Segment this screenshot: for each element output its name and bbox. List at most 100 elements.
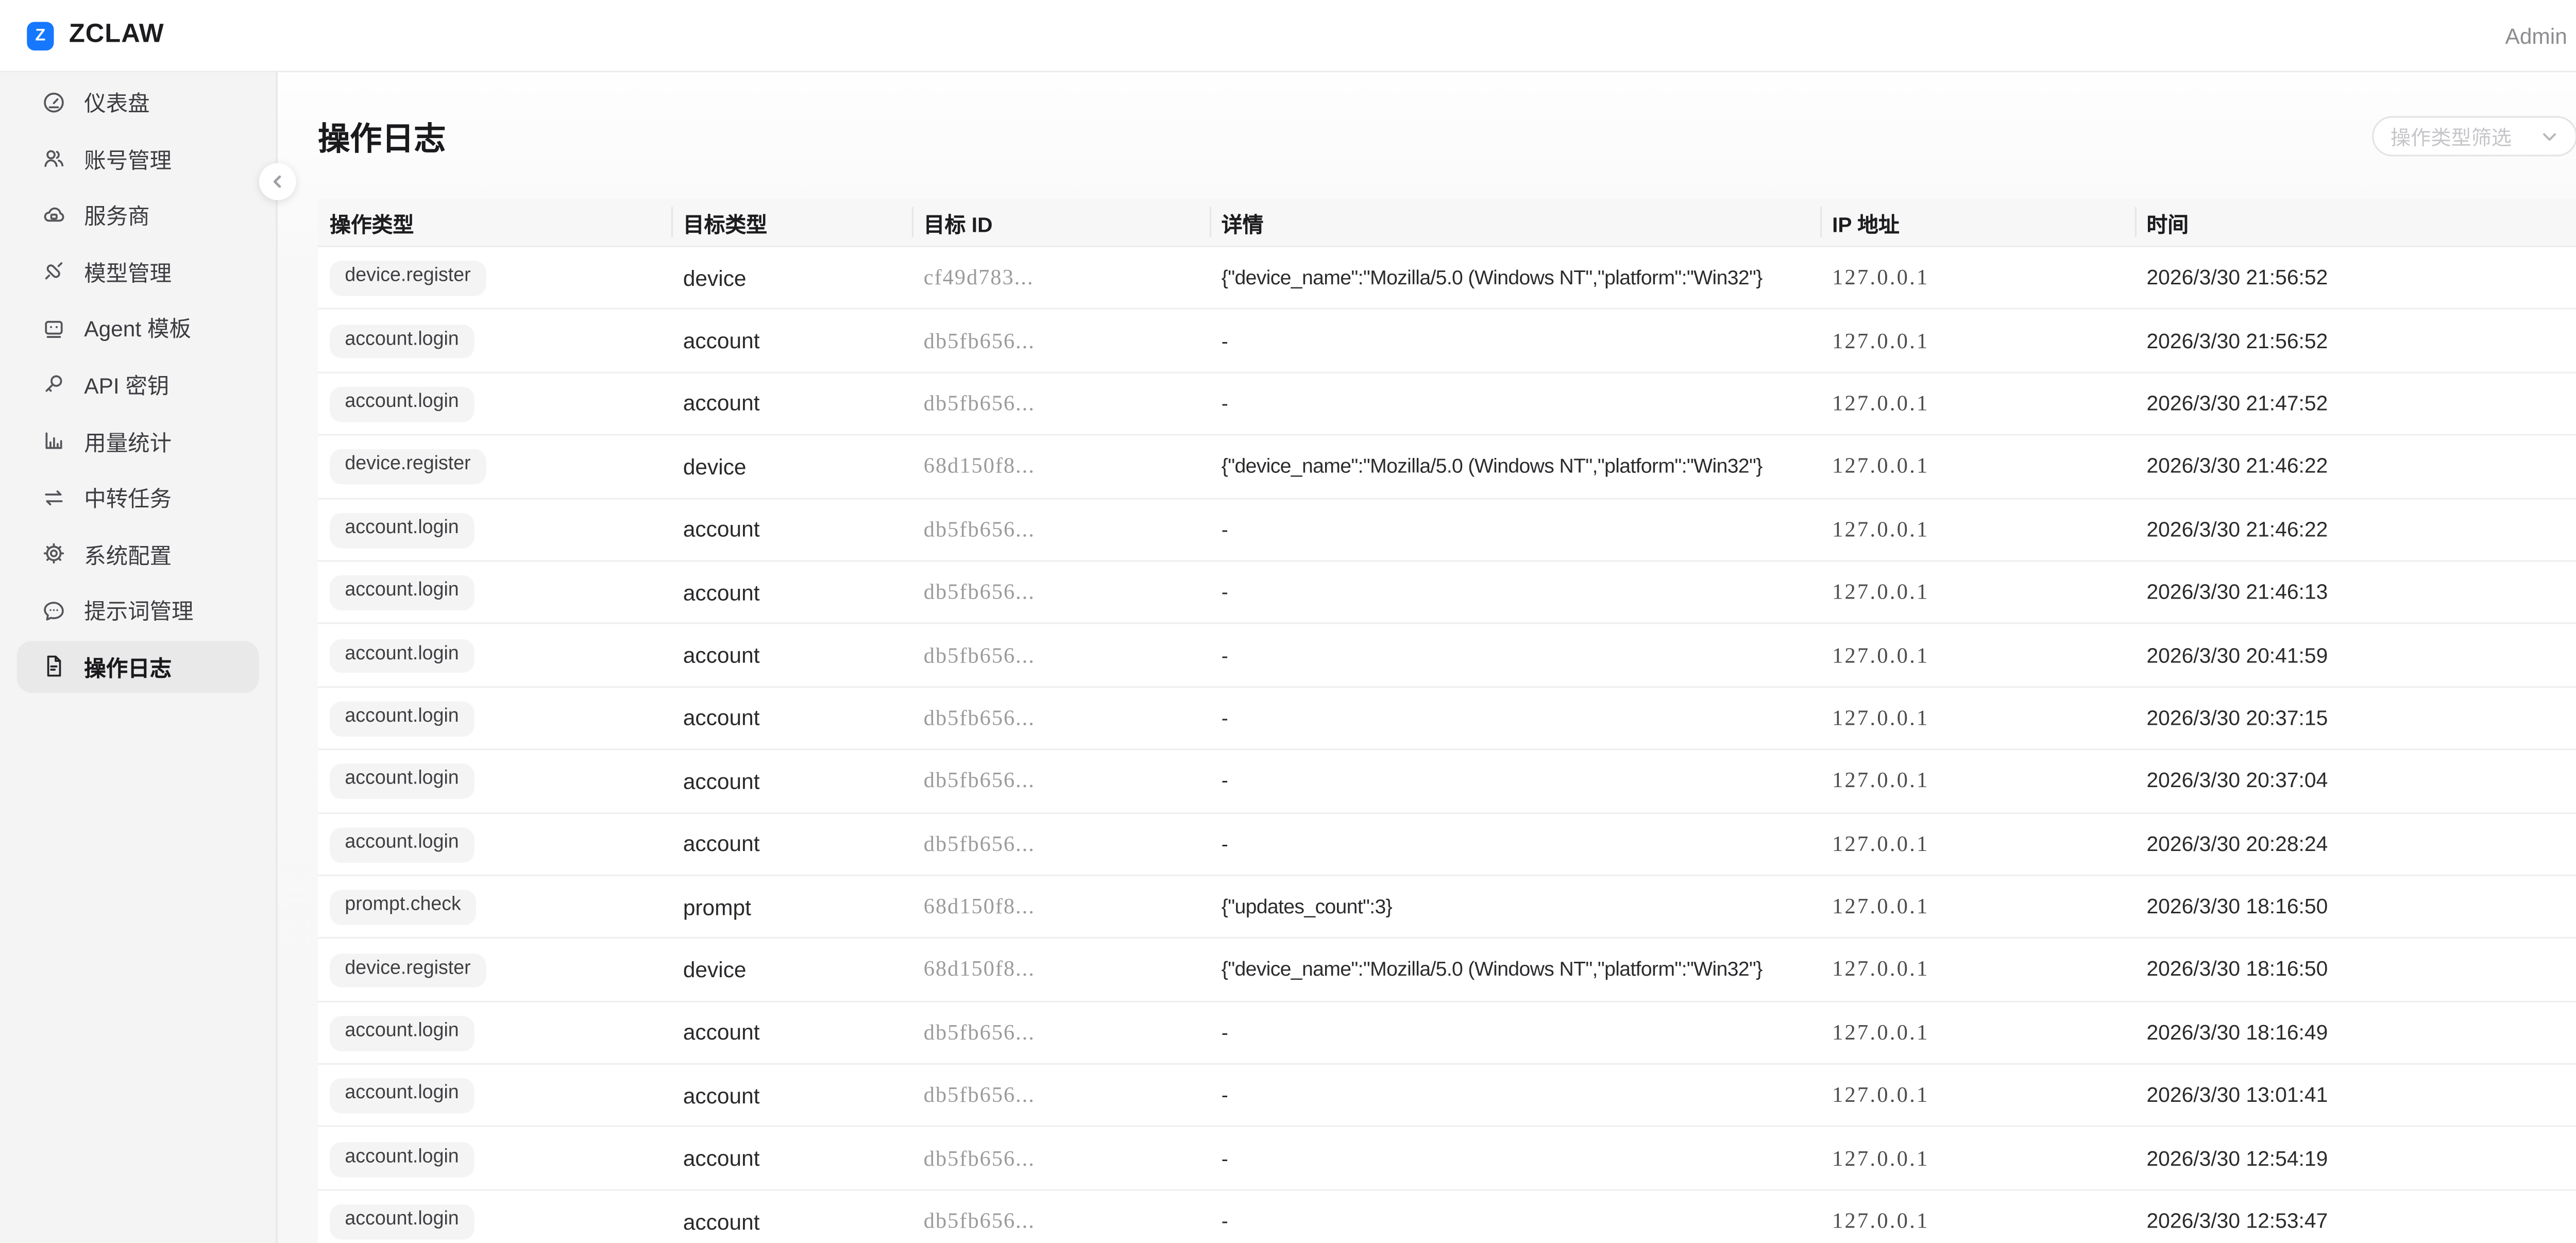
operation-log-table: 操作类型 目标类型 目标 ID 详情 IP 地址 时间 device.regis… <box>318 198 2576 1243</box>
sidebar-item-label: Agent 模板 <box>84 312 191 344</box>
target-type-cell: device <box>671 265 912 291</box>
ip-cell: 127.0.0.1 <box>1820 705 2134 731</box>
details-cell: - <box>1210 392 1820 416</box>
operation-type-tag: account.login <box>330 1016 474 1051</box>
target-id-cell: db5fb656... <box>912 1082 1210 1109</box>
column-header-details: 详情 <box>1210 206 1820 238</box>
ip-cell: 127.0.0.1 <box>1820 1019 2134 1046</box>
operation-type-tag: account.login <box>330 764 474 799</box>
operation-type-filter-select[interactable]: 操作类型筛选 <box>2372 116 2576 156</box>
document-icon <box>40 653 67 680</box>
operation-type-tag: account.login <box>330 1204 474 1239</box>
ip-cell: 127.0.0.1 <box>1820 893 2134 920</box>
operation-type-tag: account.login <box>330 387 474 422</box>
time-cell: 2026/3/30 21:56:52 <box>2135 266 2576 290</box>
sidebar-item-operation-logs[interactable]: 操作日志 <box>17 641 259 693</box>
target-type-cell: account <box>671 580 912 605</box>
details-cell: - <box>1210 643 1820 667</box>
ip-cell: 127.0.0.1 <box>1820 579 2134 606</box>
column-header-target-type: 目标类型 <box>671 206 912 238</box>
sidebar-item-label: 仪表盘 <box>84 86 149 118</box>
table-row: account.login account db5fb656... - 127.… <box>318 499 2576 561</box>
target-type-cell: account <box>671 642 912 668</box>
target-id-cell: cf49d783... <box>912 264 1210 291</box>
target-id-cell: 68d150f8... <box>912 956 1210 983</box>
sidebar-collapse-button[interactable] <box>259 163 296 200</box>
details-cell: {"device_name":"Mozilla/5.0 (Windows NT"… <box>1210 266 1820 290</box>
target-id-cell: db5fb656... <box>912 516 1210 543</box>
ip-cell: 127.0.0.1 <box>1820 1208 2134 1235</box>
details-cell: {"updates_count":3} <box>1210 895 1820 918</box>
chevron-down-icon <box>2540 127 2559 146</box>
sidebar-item-agent-templates[interactable]: Agent 模板 <box>17 302 259 354</box>
operation-type-tag: device.register <box>330 450 486 485</box>
operation-type-tag: account.login <box>330 1079 474 1114</box>
sidebar-item-label: 提示词管理 <box>84 594 193 626</box>
target-type-cell: account <box>671 1020 912 1045</box>
dashboard-icon <box>40 88 67 115</box>
target-id-cell: db5fb656... <box>912 1019 1210 1046</box>
chevron-left-icon <box>269 173 286 190</box>
column-header-target-id: 目标 ID <box>912 206 1210 238</box>
table-row: prompt.check prompt 68d150f8... {"update… <box>318 876 2576 939</box>
sidebar-item-label: 用量统计 <box>84 425 172 457</box>
sidebar: 仪表盘 账号管理 服务商 模型管理 Agent 模板 API 密钥 用量统计 <box>0 72 278 1243</box>
sidebar-item-label: 系统配置 <box>84 538 172 570</box>
table-row: account.login account db5fb656... - 127.… <box>318 561 2576 624</box>
operation-type-tag: account.login <box>330 513 474 548</box>
target-id-cell: db5fb656... <box>912 830 1210 857</box>
filter-placeholder: 操作类型筛选 <box>2391 122 2512 151</box>
details-cell: {"device_name":"Mozilla/5.0 (Windows NT"… <box>1210 455 1820 479</box>
ip-cell: 127.0.0.1 <box>1820 390 2134 417</box>
details-cell: - <box>1210 1210 1820 1233</box>
ip-cell: 127.0.0.1 <box>1820 1145 2134 1172</box>
sidebar-item-api-keys[interactable]: API 密钥 <box>17 358 259 410</box>
sidebar-item-label: 操作日志 <box>84 651 172 683</box>
sidebar-item-label: API 密钥 <box>84 368 169 400</box>
table-body: device.register device cf49d783... {"dev… <box>318 247 2576 1243</box>
ip-cell: 127.0.0.1 <box>1820 453 2134 480</box>
sidebar-item-providers[interactable]: 服务商 <box>17 189 259 241</box>
time-cell: 2026/3/30 21:46:22 <box>2135 518 2576 541</box>
user-menu[interactable]: Admin <box>2505 23 2567 48</box>
target-type-cell: prompt <box>671 894 912 920</box>
target-id-cell: 68d150f8... <box>912 893 1210 920</box>
time-cell: 2026/3/30 20:41:59 <box>2135 643 2576 667</box>
key-icon <box>40 371 67 398</box>
sidebar-item-label: 服务商 <box>84 199 149 231</box>
table-row: account.login account db5fb656... - 127.… <box>318 625 2576 688</box>
target-id-cell: db5fb656... <box>912 579 1210 606</box>
ip-cell: 127.0.0.1 <box>1820 642 2134 669</box>
sidebar-item-label: 模型管理 <box>84 256 172 287</box>
sidebar-item-accounts[interactable]: 账号管理 <box>17 132 259 184</box>
target-id-cell: db5fb656... <box>912 642 1210 669</box>
swap-icon <box>40 484 67 510</box>
sidebar-item-dashboard[interactable]: 仪表盘 <box>17 76 259 128</box>
details-cell: - <box>1210 1021 1820 1045</box>
time-cell: 2026/3/30 21:46:22 <box>2135 455 2576 479</box>
time-cell: 2026/3/30 18:16:50 <box>2135 895 2576 918</box>
app-body: 仪表盘 账号管理 服务商 模型管理 Agent 模板 API 密钥 用量统计 <box>0 72 2576 1243</box>
app-window: Z ZCLAW Admin 仪表盘 账号管理 服务商 模型管理 Agent 模板 <box>0 0 2576 1243</box>
sidebar-item-relay-tasks[interactable]: 中转任务 <box>17 471 259 523</box>
sidebar-item-models[interactable]: 模型管理 <box>17 245 259 297</box>
brand-name: ZCLAW <box>69 20 164 50</box>
ip-cell: 127.0.0.1 <box>1820 830 2134 857</box>
operation-type-tag: device.register <box>330 953 486 988</box>
column-header-ip: IP 地址 <box>1820 206 2134 238</box>
ip-cell: 127.0.0.1 <box>1820 956 2134 983</box>
table-row: account.login account db5fb656... - 127.… <box>318 1128 2576 1190</box>
table-row: account.login account db5fb656... - 127.… <box>318 1190 2576 1243</box>
time-cell: 2026/3/30 18:16:50 <box>2135 958 2576 982</box>
chat-icon <box>40 597 67 624</box>
details-cell: {"device_name":"Mozilla/5.0 (Windows NT"… <box>1210 958 1820 982</box>
target-type-cell: account <box>671 1208 912 1234</box>
sidebar-item-usage-stats[interactable]: 用量统计 <box>17 415 259 467</box>
details-cell: - <box>1210 832 1820 856</box>
table-row: account.login account db5fb656... - 127.… <box>318 373 2576 436</box>
bar-chart-icon <box>40 428 67 454</box>
sidebar-item-prompts[interactable]: 提示词管理 <box>17 584 259 636</box>
target-type-cell: device <box>671 454 912 479</box>
sidebar-item-system-config[interactable]: 系统配置 <box>17 527 259 580</box>
ip-cell: 127.0.0.1 <box>1820 768 2134 794</box>
